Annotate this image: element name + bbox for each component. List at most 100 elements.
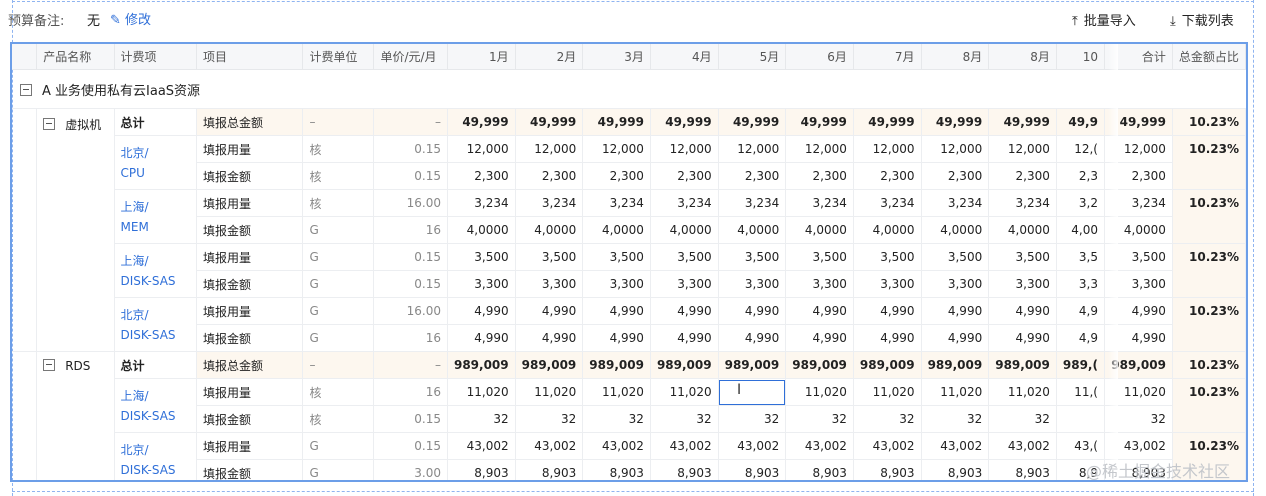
col-header[interactable]: 计费项 [114, 44, 198, 70]
month-value-cell[interactable]: 11,020 [785, 378, 854, 406]
batch-import-button[interactable]: ⤒ 批量导入 [1072, 10, 1136, 29]
month-value-cell[interactable]: 11,020 [921, 378, 990, 406]
month-value-cell[interactable]: 12,000 [447, 135, 516, 163]
month-value-cell[interactable] [718, 378, 787, 406]
month-value-cell[interactable]: 49,999 [921, 108, 990, 136]
month-value-cell[interactable]: 3,3 [1056, 270, 1105, 298]
month-value-cell[interactable]: 8,903 [921, 459, 990, 480]
month-value-cell[interactable]: 11,020 [447, 378, 516, 406]
month-value-cell[interactable]: 3,500 [853, 243, 922, 271]
month-value-cell[interactable]: 2,300 [582, 162, 651, 190]
month-value-cell[interactable]: 4,990 [718, 324, 787, 352]
col-header[interactable]: 2月 [515, 44, 584, 70]
col-header[interactable]: 3月 [582, 44, 651, 70]
billing-item-link[interactable]: 北京/CPU [114, 135, 198, 190]
month-value-cell[interactable]: 32 [582, 405, 651, 433]
month-value-cell[interactable]: 32 [921, 405, 990, 433]
month-value-cell[interactable]: 989,009 [582, 351, 651, 379]
month-value-cell[interactable]: 12,000 [515, 135, 584, 163]
month-value-cell[interactable]: 8,903 [650, 459, 719, 480]
month-value-cell[interactable]: 989,009 [447, 351, 516, 379]
month-value-cell[interactable]: 43,002 [921, 432, 990, 460]
month-value-cell[interactable]: 49,9 [1056, 108, 1105, 136]
month-value-cell[interactable]: 12,000 [853, 135, 922, 163]
month-value-cell[interactable]: 43,002 [515, 432, 584, 460]
month-value-cell[interactable]: 3,500 [785, 243, 854, 271]
month-value-cell[interactable]: 4,990 [582, 324, 651, 352]
month-value-cell[interactable]: 11,020 [988, 378, 1057, 406]
month-value-cell[interactable]: 3,234 [988, 189, 1057, 217]
month-value-cell[interactable]: 4,990 [582, 297, 651, 325]
month-value-cell[interactable]: 2,300 [921, 162, 990, 190]
month-value-cell[interactable]: 43,002 [718, 432, 787, 460]
collapse-toggle-icon[interactable] [43, 359, 56, 371]
billing-item-link[interactable]: 北京/DISK-SAS [114, 432, 198, 480]
month-value-cell[interactable]: 3,300 [650, 270, 719, 298]
col-header[interactable]: 6月 [785, 44, 854, 70]
month-value-cell[interactable]: 3,234 [921, 189, 990, 217]
month-value-cell[interactable]: 4,0000 [515, 216, 584, 244]
month-value-cell[interactable]: 8,903 [582, 459, 651, 480]
month-value-cell[interactable]: 32 [785, 405, 854, 433]
month-value-cell[interactable]: 11,020 [582, 378, 651, 406]
col-header[interactable]: 单价/元/月 [373, 44, 448, 70]
month-value-cell[interactable]: 4,990 [921, 324, 990, 352]
month-value-cell[interactable]: 3,500 [515, 243, 584, 271]
month-value-cell[interactable]: 3,300 [515, 270, 584, 298]
month-value-cell[interactable]: 3,500 [718, 243, 787, 271]
month-value-cell[interactable]: 4,0000 [921, 216, 990, 244]
month-value-cell[interactable]: 11,020 [515, 378, 584, 406]
month-value-cell[interactable]: 43,( [1056, 432, 1105, 460]
month-value-cell[interactable]: 43,002 [650, 432, 719, 460]
month-value-cell[interactable]: 2,300 [650, 162, 719, 190]
month-value-cell[interactable]: 3,500 [921, 243, 990, 271]
month-value-cell[interactable]: 8,903 [853, 459, 922, 480]
month-value-cell[interactable]: 32 [650, 405, 719, 433]
month-value-cell[interactable]: 4,990 [515, 297, 584, 325]
month-value-cell[interactable]: 989,009 [785, 351, 854, 379]
month-value-cell[interactable]: 2,300 [988, 162, 1057, 190]
month-value-cell[interactable]: 32 [515, 405, 584, 433]
month-value-cell[interactable]: 2,300 [785, 162, 854, 190]
month-value-cell[interactable]: 2,300 [718, 162, 787, 190]
col-header[interactable]: 1月 [447, 44, 516, 70]
month-value-cell[interactable]: 32 [447, 405, 516, 433]
month-value-cell[interactable]: 989,009 [921, 351, 990, 379]
month-value-cell[interactable]: 3,300 [582, 270, 651, 298]
month-value-cell[interactable]: 4,990 [650, 297, 719, 325]
month-value-cell[interactable]: 4,00 [1056, 216, 1105, 244]
month-value-cell[interactable]: 4,0000 [582, 216, 651, 244]
month-value-cell[interactable]: 989,009 [718, 351, 787, 379]
month-value-cell[interactable]: 8,903 [515, 459, 584, 480]
month-value-cell[interactable]: 49,999 [718, 108, 787, 136]
month-value-cell[interactable]: 32 [988, 405, 1057, 433]
month-value-cell[interactable]: 3,300 [447, 270, 516, 298]
month-value-cell[interactable]: 3,234 [582, 189, 651, 217]
month-value-cell[interactable]: 4,990 [650, 324, 719, 352]
month-value-cell[interactable]: 11,( [1056, 378, 1105, 406]
col-header[interactable]: 4月 [650, 44, 719, 70]
month-value-cell[interactable]: 2,300 [853, 162, 922, 190]
month-value-cell[interactable]: 4,9 [1056, 324, 1105, 352]
download-list-button[interactable]: ⤓ 下载列表 [1170, 10, 1234, 29]
month-value-cell[interactable]: 4,0000 [447, 216, 516, 244]
month-value-cell[interactable]: 4,990 [515, 324, 584, 352]
month-value-cell[interactable]: 8,903 [447, 459, 516, 480]
month-value-cell[interactable]: 32 [853, 405, 922, 433]
month-value-cell[interactable]: 49,999 [853, 108, 922, 136]
month-value-cell[interactable]: 3,500 [988, 243, 1057, 271]
month-value-cell[interactable] [1056, 405, 1105, 433]
month-value-cell[interactable]: 4,990 [447, 324, 516, 352]
month-value-cell[interactable]: 43,002 [785, 432, 854, 460]
month-value-cell[interactable]: 3,5 [1056, 243, 1105, 271]
month-value-cell[interactable]: 3,300 [853, 270, 922, 298]
month-value-cell[interactable]: 4,9 [1056, 297, 1105, 325]
month-value-cell[interactable]: 3,234 [650, 189, 719, 217]
col-header[interactable]: 8月 [988, 44, 1057, 70]
month-value-cell[interactable]: 4,990 [785, 324, 854, 352]
month-value-cell[interactable]: 989,009 [650, 351, 719, 379]
month-value-cell[interactable]: 8,903 [988, 459, 1057, 480]
month-value-cell[interactable]: 3,300 [988, 270, 1057, 298]
month-value-cell[interactable]: 49,999 [650, 108, 719, 136]
col-header[interactable]: 项目 [196, 44, 304, 70]
